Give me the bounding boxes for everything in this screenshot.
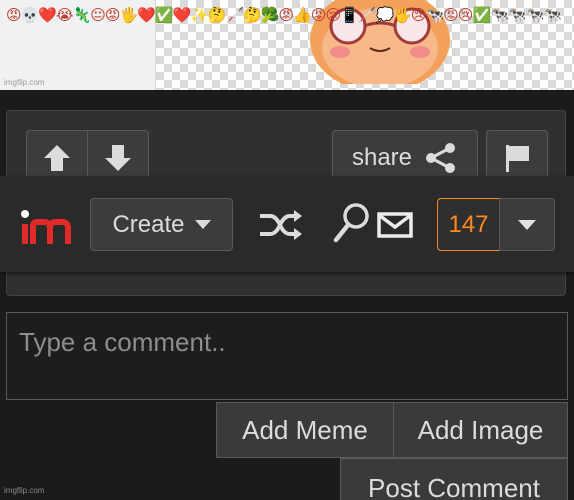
post-comment-label: Post Comment	[368, 473, 540, 500]
add-meme-button[interactable]: Add Meme	[216, 402, 394, 458]
add-image-button[interactable]: Add Image	[393, 402, 568, 458]
post-comment-button[interactable]: Post Comment	[340, 458, 568, 500]
watermark-top: imgflip.com	[4, 78, 45, 87]
search-icon[interactable]	[332, 200, 372, 244]
shuffle-icon[interactable]	[256, 206, 304, 244]
meme-caption-text: 😡💀❤️😭🦎😐😡🖐❤️✅❤️✨🤔🦯🤔🥦😡👍😡😢📱🦯💭🖐😢🐄😡😢✅🐄🐄🐄🐄	[6, 6, 562, 24]
chevron-down-icon	[518, 219, 536, 230]
mail-icon[interactable]	[376, 210, 414, 240]
watermark-bottom: imgflip.com	[4, 486, 45, 495]
create-label: Create	[112, 210, 185, 238]
flag-icon	[506, 145, 529, 172]
notification-dropdown-button[interactable]	[499, 198, 555, 251]
comment-placeholder: Type a comment..	[19, 327, 226, 357]
arrow-up-icon	[44, 145, 70, 171]
notification-count: 147	[448, 210, 489, 238]
create-dropdown-button[interactable]: Create	[90, 198, 233, 251]
notification-count-button[interactable]: 147	[437, 198, 500, 251]
add-image-label: Add Image	[417, 414, 544, 445]
arrow-down-icon	[105, 145, 131, 171]
share-label: share	[351, 144, 413, 171]
share-icon	[426, 143, 456, 173]
comment-input[interactable]: Type a comment..	[6, 312, 568, 400]
add-meme-label: Add Meme	[242, 414, 368, 445]
meme-image: 😡💀❤️😭🦎😐😡🖐❤️✅❤️✨🤔🦯🤔🥦😡👍😡😢📱🦯💭🖐😢🐄😡😢✅🐄🐄🐄🐄 img…	[0, 0, 574, 90]
chevron-down-icon	[194, 220, 211, 229]
imgflip-logo[interactable]	[20, 200, 72, 248]
